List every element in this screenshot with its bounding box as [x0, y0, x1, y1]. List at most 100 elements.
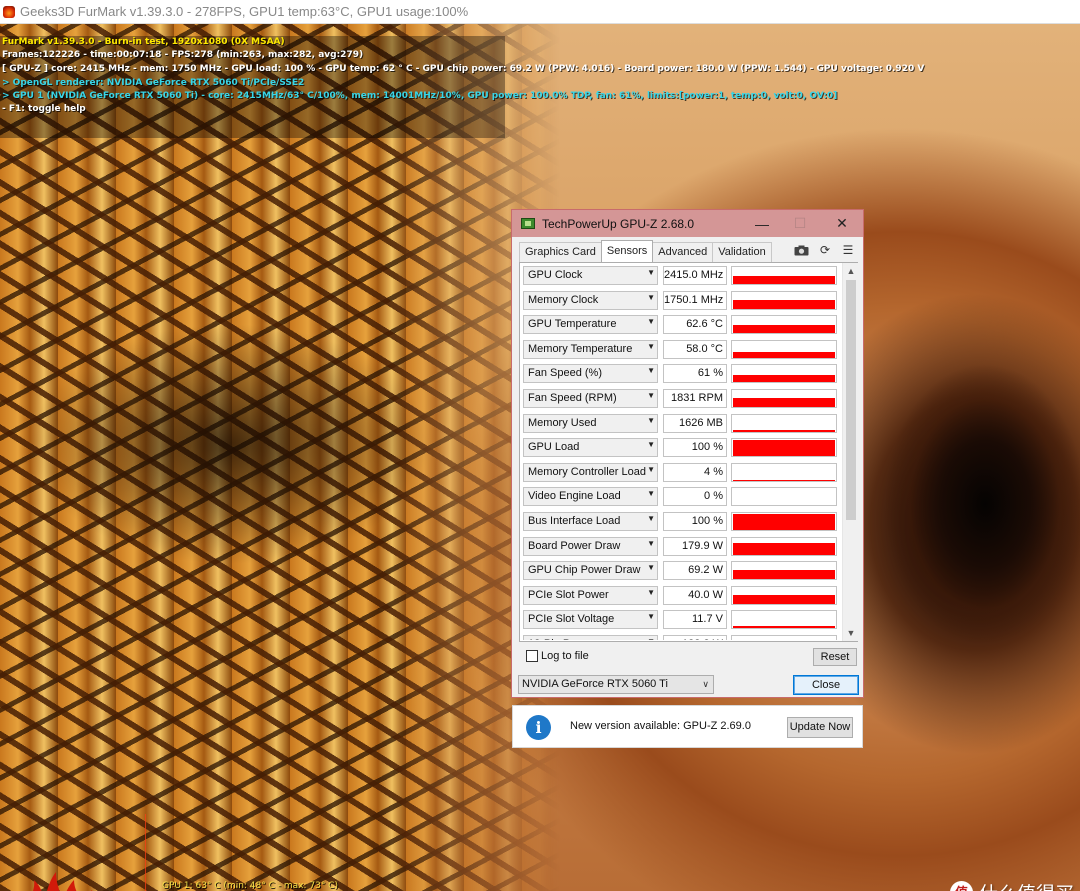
osd-line: [ GPU-Z ] core: 2415 MHz - mem: 1750 MHz… [2, 64, 925, 74]
tab-validation[interactable]: Validation [712, 242, 772, 262]
gpuz-window: TechPowerUp GPU-Z 2.68.0 — ☐ ✕ Graphics … [511, 209, 864, 698]
sensor-label: GPU Temperature [528, 318, 617, 330]
sensor-row: GPU Load ▼ 100 % [523, 438, 841, 459]
sensor-graph [731, 463, 837, 482]
info-icon: i [526, 715, 551, 740]
sensor-label: GPU Chip Power Draw [528, 564, 641, 576]
dropdown-arrow-icon: ▼ [647, 342, 655, 351]
sensor-label-dropdown[interactable]: GPU Load ▼ [523, 438, 658, 457]
close-window-button[interactable]: ✕ [825, 210, 859, 237]
furmark-app-icon [3, 5, 15, 18]
sensor-label-dropdown[interactable]: Memory Temperature ▼ [523, 340, 658, 359]
scroll-up-icon[interactable]: ▲ [843, 263, 859, 279]
sensor-label-dropdown[interactable]: Memory Clock ▼ [523, 291, 658, 310]
osd-line: > GPU 1 (NVIDIA GeForce RTX 5060 Ti) - c… [2, 91, 838, 101]
sensor-label: PCIe Slot Voltage [528, 613, 615, 625]
sensor-label: 12-Pin Power [528, 638, 594, 640]
sensor-label-dropdown[interactable]: PCIe Slot Power ▼ [523, 586, 658, 605]
sensor-value: 2415.0 MHz [663, 266, 727, 285]
sensor-graph [731, 512, 837, 531]
sensor-label: Video Engine Load [528, 490, 621, 502]
sensor-value: 69.2 W [663, 561, 727, 580]
sensor-graph-bar [733, 430, 835, 432]
sensor-graph [731, 389, 837, 408]
dropdown-arrow-icon: ▼ [647, 637, 655, 640]
furmark-titlebar[interactable]: Geeks3D FurMark v1.39.3.0 - 278FPS, GPU1… [0, 0, 1080, 24]
gpuz-tab-strip: Graphics Card Sensors Advanced Validatio… [519, 240, 772, 262]
sensor-value: 4 % [663, 463, 727, 482]
sensor-label-dropdown[interactable]: GPU Temperature ▼ [523, 315, 658, 334]
gpuz-title: TechPowerUp GPU-Z 2.68.0 [542, 216, 695, 231]
scroll-down-icon[interactable]: ▼ [843, 625, 859, 641]
dropdown-arrow-icon: ▼ [647, 539, 655, 548]
sensor-value: 61 % [663, 364, 727, 383]
reset-button[interactable]: Reset [813, 648, 857, 666]
sensor-graph-bar [733, 514, 835, 530]
sensor-graph-bar [733, 276, 835, 284]
tunnel-shadow [0, 324, 500, 624]
sensor-graph [731, 438, 837, 457]
scroll-thumb[interactable] [846, 280, 856, 520]
tab-graphics-card[interactable]: Graphics Card [519, 242, 602, 262]
furmark-flame-logo [32, 872, 93, 891]
sensor-label-dropdown[interactable]: 12-Pin Power ▼ [523, 635, 658, 640]
sensor-label: Memory Used [528, 417, 597, 429]
sensor-label-dropdown[interactable]: GPU Chip Power Draw ▼ [523, 561, 658, 580]
sensor-row: Memory Temperature ▼ 58.0 °C [523, 340, 841, 361]
sensor-label-dropdown[interactable]: Bus Interface Load ▼ [523, 512, 658, 531]
log-to-file-checkbox[interactable] [526, 650, 538, 662]
camera-icon[interactable] [793, 243, 809, 257]
sensor-row: GPU Temperature ▼ 62.6 °C [523, 315, 841, 336]
sensor-row: Board Power Draw ▼ 179.9 W [523, 537, 841, 558]
dropdown-arrow-icon: ▼ [647, 440, 655, 449]
watermark-text: 什么值得买 [979, 879, 1074, 891]
sensor-value: 62.6 °C [663, 315, 727, 334]
sensor-graph [731, 414, 837, 433]
tab-sensors[interactable]: Sensors [600, 240, 654, 262]
close-button[interactable]: Close [793, 675, 859, 695]
osd-line: Frames:122226 - time:00:07:18 - FPS:278 … [2, 50, 364, 60]
osd-line: FurMark v1.39.3.0 - Burn-in test, 1920x1… [2, 37, 285, 47]
sensor-graph [731, 586, 837, 605]
sensor-value: 100 % [663, 512, 727, 531]
menu-icon[interactable]: ☰ [840, 243, 856, 257]
sensor-label-dropdown[interactable]: PCIe Slot Voltage ▼ [523, 610, 658, 629]
log-to-file-label: Log to file [541, 650, 589, 662]
minimize-button[interactable]: — [745, 210, 779, 237]
sensor-graph [731, 266, 837, 285]
graphics-card-select-value: NVIDIA GeForce RTX 5060 Ti [522, 678, 668, 690]
sensor-graph-bar [733, 375, 835, 382]
sensors-panel: GPU Clock ▼ 2415.0 MHz Memory Clock ▼ 1750.1 … [519, 262, 858, 642]
sensor-row: GPU Chip Power Draw ▼ 69.2 W [523, 561, 841, 582]
sensor-label: Memory Clock [528, 294, 599, 306]
sensor-scrollbar[interactable]: ▲ ▼ [842, 263, 858, 641]
sensor-row: PCIe Slot Power ▼ 40.0 W [523, 586, 841, 607]
sensor-graph [731, 340, 837, 359]
tab-advanced[interactable]: Advanced [652, 242, 714, 262]
sensor-label-dropdown[interactable]: Memory Controller Load ▼ [523, 463, 658, 482]
refresh-icon[interactable]: ⟳ [817, 243, 833, 257]
sensor-label-dropdown[interactable]: Fan Speed (%) ▼ [523, 364, 658, 383]
osd-line: - F1: toggle help [2, 104, 86, 114]
watermark-icon: 值 [950, 880, 973, 891]
dropdown-arrow-icon: ▼ [647, 489, 655, 498]
gpuz-titlebar[interactable]: TechPowerUp GPU-Z 2.68.0 — ☐ ✕ [512, 210, 863, 237]
sensor-graph-bar [733, 543, 835, 555]
sensor-label-dropdown[interactable]: Fan Speed (RPM) ▼ [523, 389, 658, 408]
sensor-label-dropdown[interactable]: GPU Clock ▼ [523, 266, 658, 285]
sensor-label: GPU Clock [528, 269, 583, 281]
sensor-value: 1831 RPM [663, 389, 727, 408]
sensor-graph [731, 364, 837, 383]
graphics-card-select[interactable]: NVIDIA GeForce RTX 5060 Ti ∨ [518, 675, 714, 694]
dropdown-arrow-icon: ▼ [647, 293, 655, 302]
sensor-label-dropdown[interactable]: Video Engine Load ▼ [523, 487, 658, 506]
update-now-button[interactable]: Update Now [787, 717, 853, 738]
sensor-value: 58.0 °C [663, 340, 727, 359]
sensor-value: 1750.1 MHz [663, 291, 727, 310]
sensor-row: GPU Clock ▼ 2415.0 MHz [523, 266, 841, 287]
furmark-window-title: Geeks3D FurMark v1.39.3.0 - 278FPS, GPU1… [20, 4, 469, 19]
maximize-button: ☐ [793, 215, 807, 231]
sensor-label-dropdown[interactable]: Board Power Draw ▼ [523, 537, 658, 556]
sensor-row: PCIe Slot Voltage ▼ 11.7 V [523, 610, 841, 631]
sensor-label-dropdown[interactable]: Memory Used ▼ [523, 414, 658, 433]
